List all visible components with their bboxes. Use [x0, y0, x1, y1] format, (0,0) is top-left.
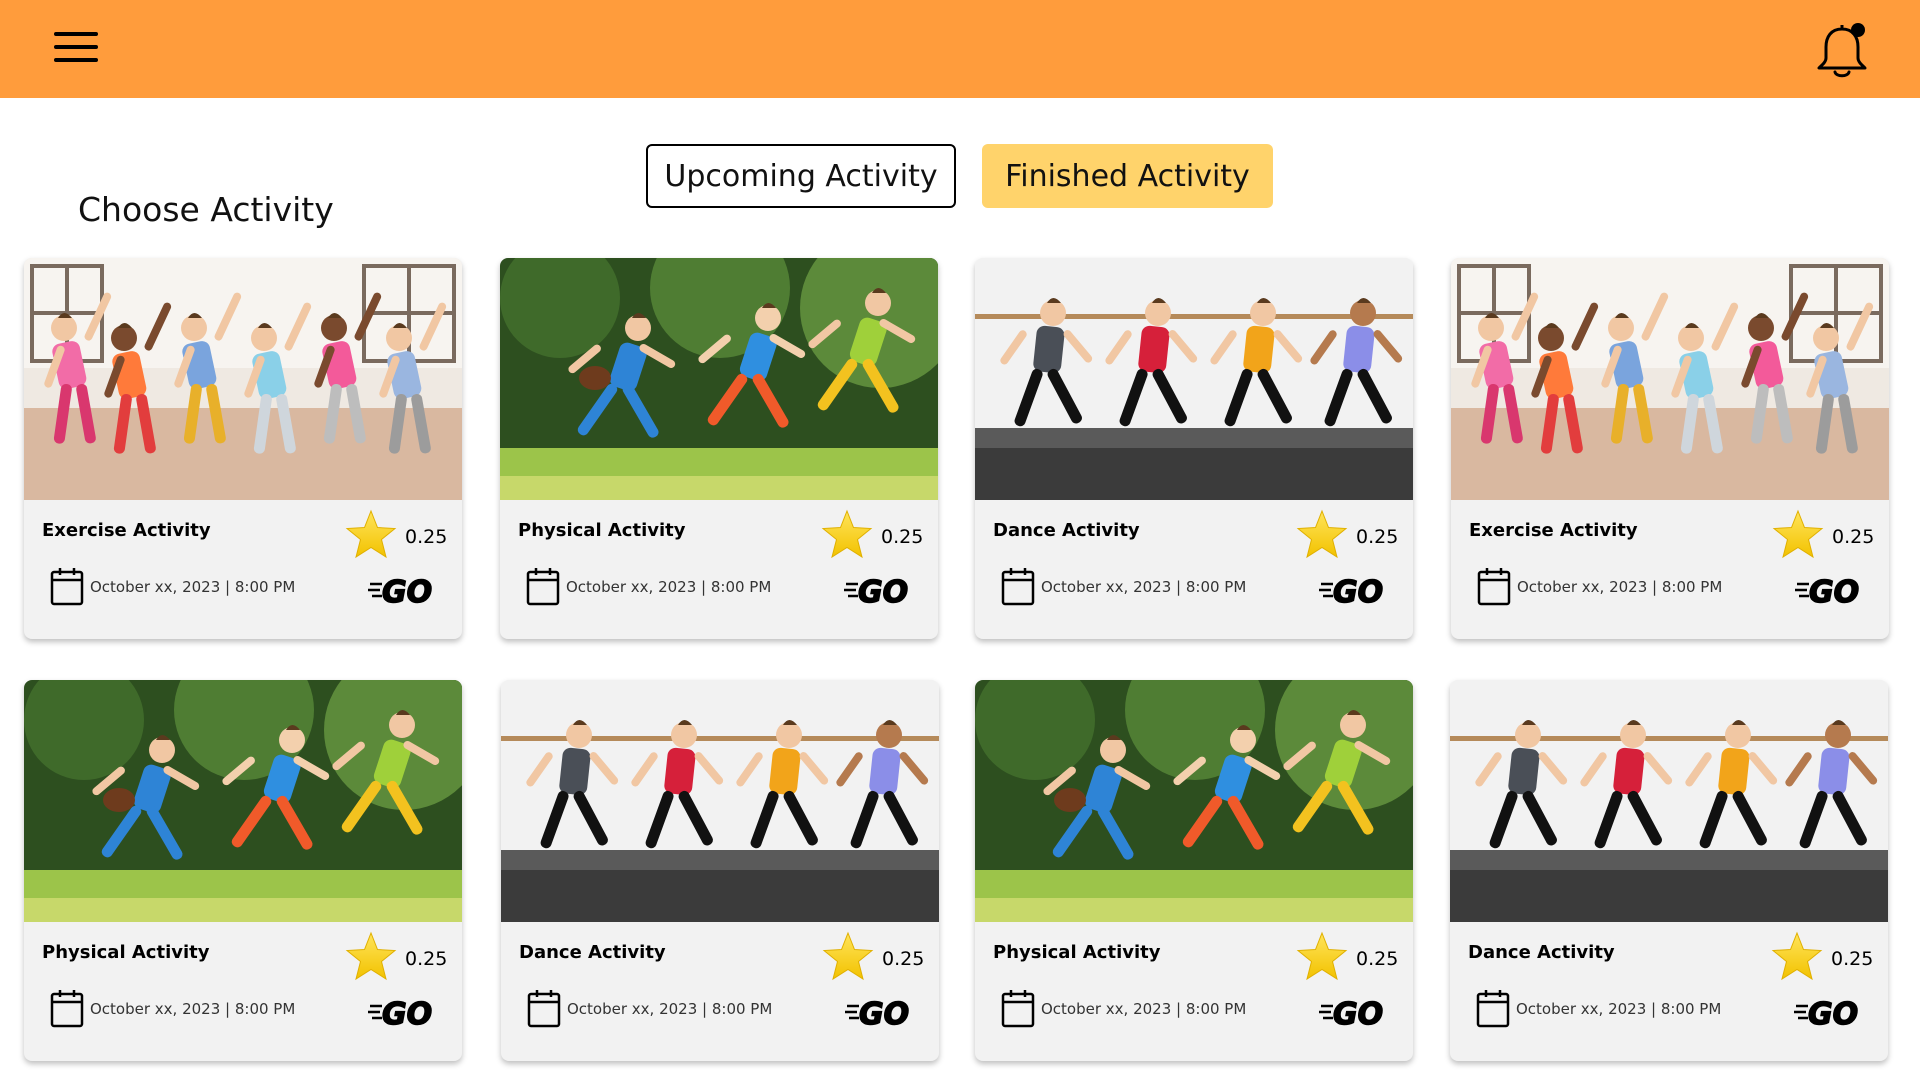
go-button[interactable]: GO	[845, 992, 911, 1033]
activity-date: October xx, 2023 | 8:00 PM	[90, 1000, 296, 1018]
activity-title: Physical Activity	[42, 942, 210, 963]
activity-points: 0.25	[1356, 526, 1399, 548]
page-title: Choose Activity	[78, 190, 334, 229]
go-label: GO	[1333, 997, 1383, 1032]
star-icon	[1770, 930, 1824, 984]
calendar-icon	[1001, 988, 1035, 1028]
go-label: GO	[1808, 997, 1858, 1032]
go-label: GO	[382, 575, 432, 610]
go-button[interactable]: GO	[368, 570, 434, 611]
calendar-icon	[526, 566, 560, 606]
kids-stretching-photo	[1451, 258, 1889, 500]
star-icon	[1295, 930, 1349, 984]
calendar-icon	[1476, 988, 1510, 1028]
go-button[interactable]: GO	[1795, 570, 1861, 611]
activity-points: 0.25	[1831, 948, 1874, 970]
activity-card-5[interactable]: Physical Activity 0.25 October xx, 2023 …	[24, 680, 462, 1061]
kids-dancing-photo	[1450, 680, 1888, 922]
activity-title: Dance Activity	[993, 520, 1140, 541]
calendar-icon	[50, 988, 84, 1028]
activity-card-7[interactable]: Physical Activity 0.25 October xx, 2023 …	[975, 680, 1413, 1061]
activity-card-6[interactable]: Dance Activity 0.25 October xx, 2023 | 8…	[501, 680, 939, 1061]
activity-date: October xx, 2023 | 8:00 PM	[1041, 578, 1247, 596]
star-icon	[1295, 508, 1349, 562]
tab-finished-activity[interactable]: Finished Activity	[982, 144, 1273, 208]
activity-card-3[interactable]: Dance Activity 0.25 October xx, 2023 | 8…	[975, 258, 1413, 639]
activity-card-2[interactable]: Physical Activity 0.25 October xx, 2023 …	[500, 258, 938, 639]
activity-card-8[interactable]: Dance Activity 0.25 October xx, 2023 | 8…	[1450, 680, 1888, 1061]
activity-date: October xx, 2023 | 8:00 PM	[90, 578, 296, 596]
activity-date: October xx, 2023 | 8:00 PM	[1516, 1000, 1722, 1018]
activity-title: Exercise Activity	[1469, 520, 1638, 541]
activity-date: October xx, 2023 | 8:00 PM	[567, 1000, 773, 1018]
star-icon	[1771, 508, 1825, 562]
go-label: GO	[858, 575, 908, 610]
go-button[interactable]: GO	[1319, 992, 1385, 1033]
hamburger-menu-icon[interactable]	[52, 30, 100, 64]
activity-title: Exercise Activity	[42, 520, 211, 541]
go-label: GO	[382, 997, 432, 1032]
bell-icon[interactable]	[1812, 20, 1872, 80]
kids-running-football-photo	[500, 258, 938, 500]
activity-points: 0.25	[1356, 948, 1399, 970]
activity-title: Dance Activity	[1468, 942, 1615, 963]
star-icon	[820, 508, 874, 562]
tab-upcoming-activity[interactable]: Upcoming Activity	[646, 144, 956, 208]
calendar-icon	[1477, 566, 1511, 606]
kids-running-football-photo	[24, 680, 462, 922]
star-icon	[344, 930, 398, 984]
activity-title: Physical Activity	[993, 942, 1161, 963]
star-icon	[821, 930, 875, 984]
go-button[interactable]: GO	[1319, 570, 1385, 611]
activity-points: 0.25	[405, 526, 448, 548]
go-button[interactable]: GO	[368, 992, 434, 1033]
activity-points: 0.25	[882, 948, 925, 970]
top-app-bar	[0, 0, 1920, 98]
activity-date: October xx, 2023 | 8:00 PM	[566, 578, 772, 596]
go-label: GO	[1333, 575, 1383, 610]
go-button[interactable]: GO	[844, 570, 910, 611]
kids-running-football-photo	[975, 680, 1413, 922]
activity-title: Physical Activity	[518, 520, 686, 541]
activity-date: October xx, 2023 | 8:00 PM	[1517, 578, 1723, 596]
activity-title: Dance Activity	[519, 942, 666, 963]
kids-dancing-photo	[501, 680, 939, 922]
activity-points: 0.25	[881, 526, 924, 548]
kids-dancing-photo	[975, 258, 1413, 500]
calendar-icon	[1001, 566, 1035, 606]
activity-card-1[interactable]: Exercise Activity 0.25 October xx, 2023 …	[24, 258, 462, 639]
calendar-icon	[527, 988, 561, 1028]
star-icon	[344, 508, 398, 562]
go-label: GO	[1809, 575, 1859, 610]
activity-points: 0.25	[405, 948, 448, 970]
kids-stretching-photo	[24, 258, 462, 500]
go-label: GO	[859, 997, 909, 1032]
notification-dot	[1851, 23, 1865, 37]
activity-card-4[interactable]: Exercise Activity 0.25 October xx, 2023 …	[1451, 258, 1889, 639]
activity-points: 0.25	[1832, 526, 1875, 548]
activity-date: October xx, 2023 | 8:00 PM	[1041, 1000, 1247, 1018]
calendar-icon	[50, 566, 84, 606]
go-button[interactable]: GO	[1794, 992, 1860, 1033]
